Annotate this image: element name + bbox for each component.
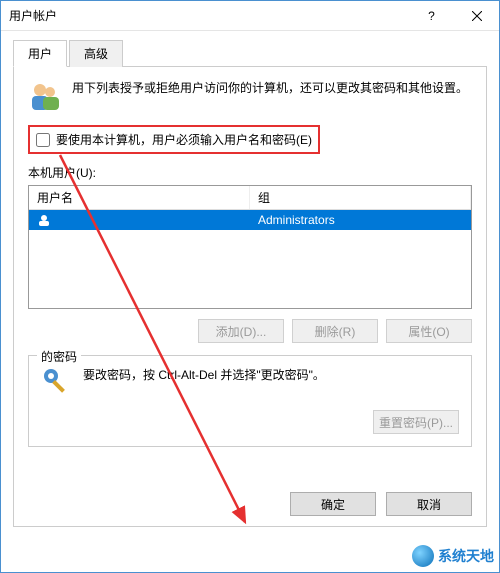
user-icon — [37, 213, 51, 227]
close-button[interactable] — [454, 1, 499, 30]
help-button[interactable]: ? — [409, 1, 454, 30]
dialog-footer: 确定 取消 — [290, 492, 472, 516]
tab-users[interactable]: 用户 — [13, 40, 67, 67]
window-controls: ? — [409, 1, 499, 30]
key-icon — [41, 366, 73, 398]
watermark-logo-icon — [412, 545, 434, 567]
password-desc: 要改密码，按 Ctrl-Alt-Del 并选择"更改密码"。 — [83, 366, 325, 384]
user-accounts-dialog: 用户帐户 ? 用户 高级 用下列表授予或拒绝用户访问你的计算机，还可以更改其密码… — [0, 0, 500, 573]
intro-text: 用下列表授予或拒绝用户访问你的计算机，还可以更改其密码和其他设置。 — [72, 79, 468, 113]
user-list-header: 用户名 组 — [29, 186, 471, 210]
require-password-checkbox-row: 要使用本计算机，用户必须输入用户名和密码(E) — [28, 125, 320, 154]
userlist-label: 本机用户(U): — [28, 164, 472, 181]
window-title: 用户帐户 — [9, 7, 57, 24]
users-icon — [28, 79, 62, 113]
password-group: 的密码 要改密码，按 Ctrl-Alt-Del 并选择"更改密码"。 重置密码(… — [28, 355, 472, 447]
col-group[interactable]: 组 — [250, 186, 471, 209]
remove-user-button[interactable]: 删除(R) — [292, 319, 378, 343]
help-icon: ? — [428, 9, 435, 23]
tab-label: 高级 — [84, 47, 108, 61]
cell-username — [29, 211, 250, 229]
watermark: 系统天地 — [412, 545, 494, 567]
dialog-body: 用户 高级 用下列表授予或拒绝用户访问你的计算机，还可以更改其密码和其他设置。 … — [1, 31, 499, 539]
tab-panel-users: 用下列表授予或拒绝用户访问你的计算机，还可以更改其密码和其他设置。 要使用本计算… — [13, 67, 487, 527]
tab-label: 用户 — [28, 47, 52, 61]
tab-advanced[interactable]: 高级 — [69, 40, 123, 67]
intro-row: 用下列表授予或拒绝用户访问你的计算机，还可以更改其密码和其他设置。 — [28, 79, 472, 113]
user-buttons-row: 添加(D)... 删除(R) 属性(O) — [28, 319, 472, 343]
password-group-legend: 的密码 — [37, 348, 81, 365]
close-icon — [472, 11, 482, 21]
require-password-label: 要使用本计算机，用户必须输入用户名和密码(E) — [56, 131, 312, 148]
col-username[interactable]: 用户名 — [29, 186, 250, 209]
titlebar[interactable]: 用户帐户 ? — [1, 1, 499, 31]
add-user-button[interactable]: 添加(D)... — [198, 319, 284, 343]
watermark-text: 系统天地 — [438, 546, 494, 566]
cell-group: Administrators — [250, 211, 471, 229]
tab-strip: 用户 高级 — [13, 39, 487, 67]
user-list-row[interactable]: Administrators — [29, 210, 471, 230]
reset-password-button[interactable]: 重置密码(P)... — [373, 410, 459, 434]
require-password-checkbox[interactable] — [36, 133, 50, 147]
user-list[interactable]: 用户名 组 Administrators — [28, 185, 472, 309]
properties-button[interactable]: 属性(O) — [386, 319, 472, 343]
cancel-button[interactable]: 取消 — [386, 492, 472, 516]
ok-button[interactable]: 确定 — [290, 492, 376, 516]
